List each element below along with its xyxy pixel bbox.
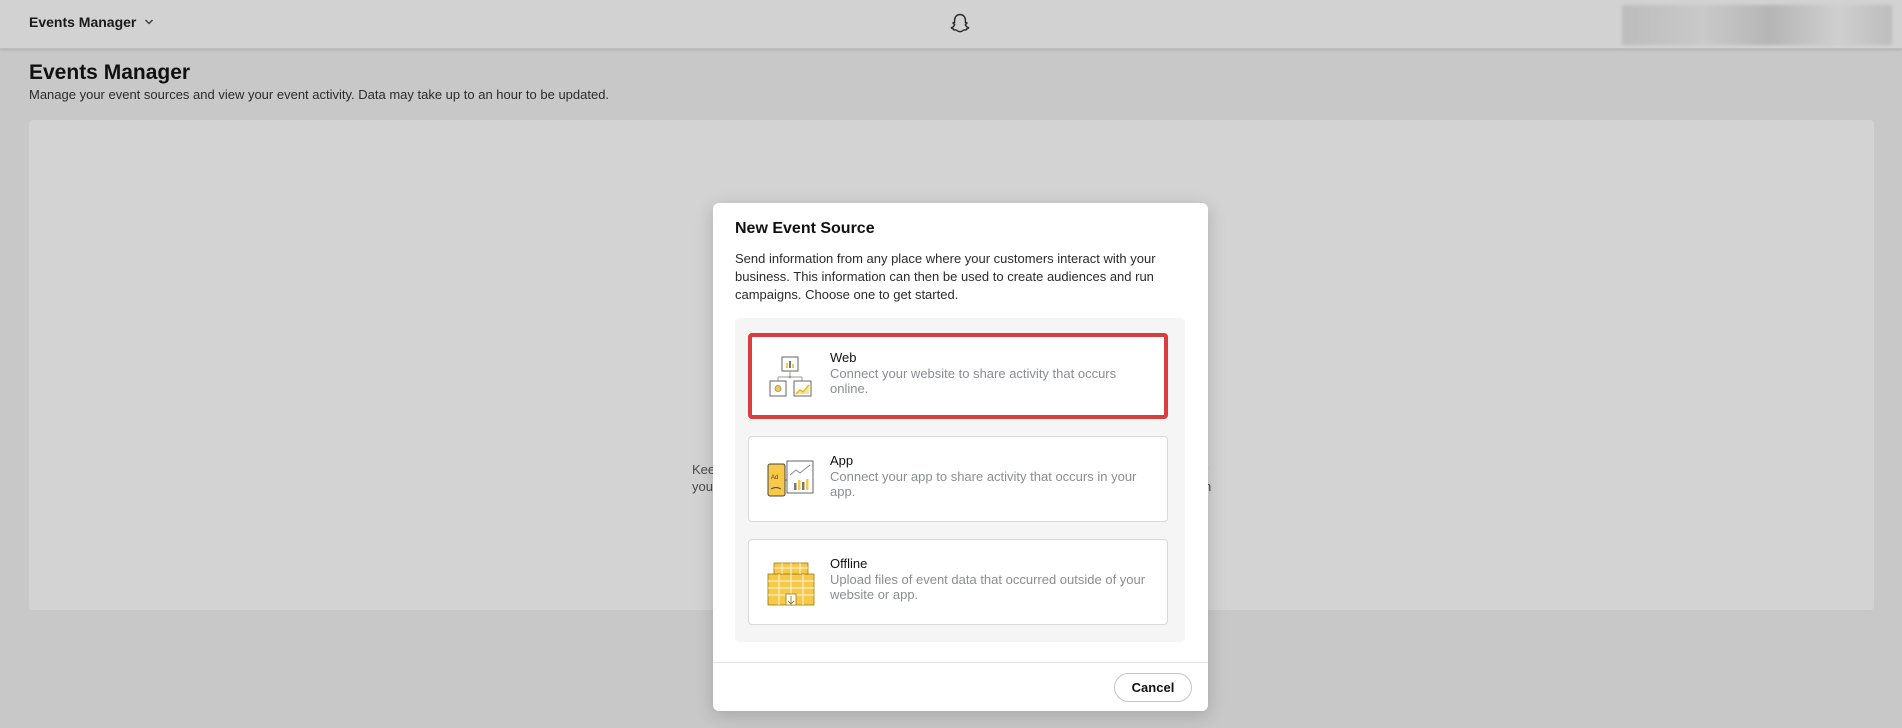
page-subtitle: Manage your event sources and view your … bbox=[29, 87, 610, 102]
event-source-options: Web Connect your website to share activi… bbox=[735, 318, 1185, 642]
page-title: Events Manager bbox=[29, 61, 191, 84]
dialog-footer-divider bbox=[713, 662, 1208, 663]
chevron-down-icon bbox=[145, 19, 154, 25]
option-description: Connect your website to share activity t… bbox=[830, 366, 1117, 396]
option-offline[interactable]: Offline Upload files of event data that … bbox=[748, 539, 1168, 625]
dialog-title: New Event Source bbox=[735, 220, 875, 237]
account-menu-redacted[interactable] bbox=[1622, 5, 1892, 45]
top-bar: Events Manager bbox=[0, 0, 1902, 49]
app-name: Events Manager bbox=[29, 14, 137, 30]
svg-text:Ad: Ad bbox=[771, 475, 778, 481]
background-text-fragment-left: Kee you bbox=[692, 461, 715, 495]
option-description: Connect your app to share activity that … bbox=[830, 469, 1137, 499]
dialog-description: Send information from any place where yo… bbox=[735, 251, 1156, 302]
option-title: Web bbox=[830, 350, 857, 365]
new-event-source-dialog: New Event Source Send information from a… bbox=[713, 203, 1208, 711]
app-switcher[interactable]: Events Manager bbox=[29, 14, 154, 30]
store-building-icon bbox=[767, 562, 815, 606]
app-phone-chart-icon: Ad bbox=[767, 460, 814, 497]
snapchat-ghost-icon[interactable] bbox=[948, 12, 972, 36]
cancel-button[interactable]: Cancel bbox=[1114, 673, 1192, 702]
bg-text-line: Kee bbox=[692, 462, 716, 477]
bg-text-line: you bbox=[692, 479, 713, 494]
option-description: Upload files of event data that occurred… bbox=[830, 572, 1146, 602]
option-app[interactable]: Ad App Connect your app to share activit… bbox=[748, 436, 1168, 522]
option-title: Offline bbox=[830, 556, 868, 571]
option-web[interactable]: Web Connect your website to share activi… bbox=[748, 333, 1168, 419]
web-diagram-icon bbox=[769, 356, 812, 397]
option-title: App bbox=[830, 453, 854, 468]
